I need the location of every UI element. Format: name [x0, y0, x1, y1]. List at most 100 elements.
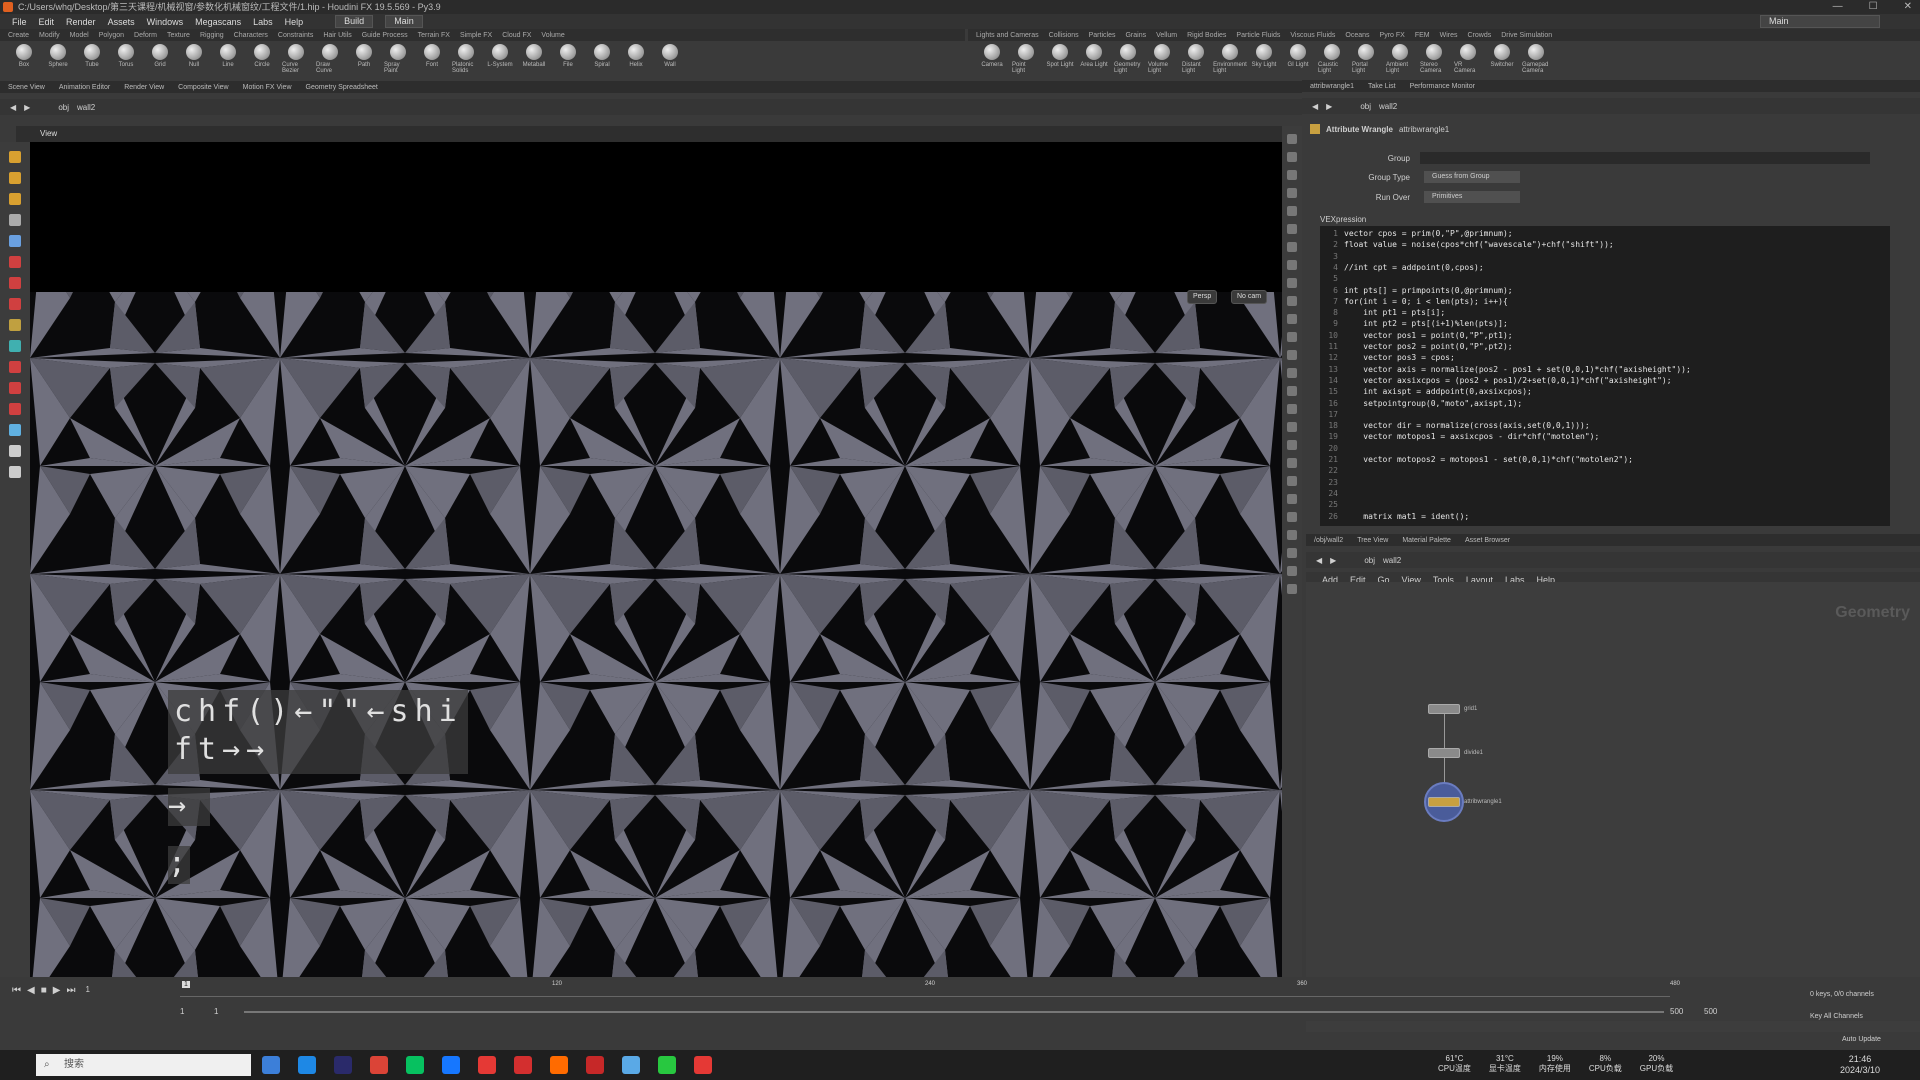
display-option-icon[interactable]	[1287, 188, 1297, 198]
shelf-tab[interactable]: Crowds	[1468, 32, 1492, 39]
shelf-tab[interactable]: Grains	[1125, 32, 1146, 39]
group-type-select[interactable]: Guess from Group	[1424, 171, 1520, 183]
node-divide1[interactable]	[1428, 748, 1460, 758]
shelf-tool-path[interactable]: Path	[350, 44, 378, 68]
shelf-tool-sphere[interactable]: Sphere	[44, 44, 72, 68]
menu-windows[interactable]: Windows	[147, 17, 184, 27]
shelf-tool-spray-paint[interactable]: Spray Paint	[384, 44, 412, 74]
timeline-bar[interactable]: 1 120 240 360 480	[180, 981, 1680, 997]
scene-viewport[interactable]: Persp No cam	[30, 142, 1282, 977]
shelf-tool-portal-light[interactable]: Portal Light	[1352, 44, 1380, 74]
display-option-icon[interactable]	[1287, 350, 1297, 360]
shelf-tab[interactable]: Cloud FX	[502, 32, 531, 39]
menu-labs[interactable]: Labs	[253, 17, 273, 27]
display-option-icon[interactable]	[1287, 206, 1297, 216]
shelf-tab[interactable]: Constraints	[278, 32, 313, 39]
display-option-icon[interactable]	[1287, 260, 1297, 270]
shelf-tool-metaball[interactable]: Metaball	[520, 44, 548, 68]
back-arrow-icon[interactable]: ◀	[1312, 102, 1318, 111]
taskbar-app-icon[interactable]	[442, 1056, 460, 1074]
shelf-tab[interactable]: Create	[8, 32, 29, 39]
shelf-tool-torus[interactable]: Torus	[112, 44, 140, 68]
shelf-tool-ambient-light[interactable]: Ambient Light	[1386, 44, 1414, 74]
display-option-icon[interactable]	[1287, 386, 1297, 396]
shelf-tab[interactable]: Rigging	[200, 32, 224, 39]
shelf-tab[interactable]: Oceans	[1345, 32, 1369, 39]
shelf-tool-spot-light[interactable]: Spot Light	[1046, 44, 1074, 68]
shelf-tool-font[interactable]: Font	[418, 44, 446, 68]
network-view[interactable]: Geometry grid1 divide1 attribwrangle1	[1306, 582, 1920, 1032]
shelf-tool-grid[interactable]: Grid	[146, 44, 174, 68]
menu-megascans[interactable]: Megascans	[195, 17, 241, 27]
menu-help[interactable]: Help	[285, 17, 304, 27]
maximize-icon[interactable]: ☐	[1869, 0, 1878, 14]
shelf-tool-tube[interactable]: Tube	[78, 44, 106, 68]
shelf-tab[interactable]: Guide Process	[362, 32, 408, 39]
tool-icon[interactable]	[9, 235, 21, 247]
taskbar-app-icon[interactable]	[514, 1056, 532, 1074]
tool-icon[interactable]	[9, 466, 21, 478]
shelf-tool-draw-curve[interactable]: Draw Curve	[316, 44, 344, 74]
taskbar-app-icon[interactable]	[586, 1056, 604, 1074]
display-option-icon[interactable]	[1287, 152, 1297, 162]
shelf-tool-area-light[interactable]: Area Light	[1080, 44, 1108, 68]
taskbar-app-icon[interactable]	[406, 1056, 424, 1074]
display-option-icon[interactable]	[1287, 422, 1297, 432]
auto-update[interactable]: Auto Update	[1842, 1036, 1881, 1043]
tool-icon[interactable]	[9, 319, 21, 331]
taskbar-app-icon[interactable]	[298, 1056, 316, 1074]
clock[interactable]: 21:46 2024/3/10	[1840, 1054, 1880, 1076]
pane-tab[interactable]: Motion FX View	[243, 84, 292, 91]
display-option-icon[interactable]	[1287, 566, 1297, 576]
tool-icon[interactable]	[9, 214, 21, 226]
back-arrow-icon[interactable]: ◀	[1316, 556, 1322, 565]
jump-start-icon[interactable]: ⏮	[12, 985, 21, 996]
tool-icon[interactable]	[9, 277, 21, 289]
display-option-icon[interactable]	[1287, 476, 1297, 486]
shelf-tool-environment-light[interactable]: Environment Light	[1213, 44, 1247, 74]
taskbar-search[interactable]: ⌕ 搜索	[36, 1054, 251, 1076]
display-option-icon[interactable]	[1287, 278, 1297, 288]
shelf-tab[interactable]: Viscous Fluids	[1290, 32, 1335, 39]
shelf-tool-distant-light[interactable]: Distant Light	[1182, 44, 1210, 74]
tool-icon[interactable]	[9, 382, 21, 394]
display-option-icon[interactable]	[1287, 170, 1297, 180]
group-field[interactable]	[1420, 152, 1870, 164]
shelf-tool-switcher[interactable]: Switcher	[1488, 44, 1516, 68]
shelf-tab[interactable]: Particles	[1089, 32, 1116, 39]
pane-tab[interactable]: Performance Monitor	[1410, 83, 1475, 90]
shelf-tab[interactable]: Drive Simulation	[1501, 32, 1552, 39]
shelf-tool-spiral[interactable]: Spiral	[588, 44, 616, 68]
shelf-tool-sky-light[interactable]: Sky Light	[1250, 44, 1278, 68]
node-attribwrangle1[interactable]	[1428, 797, 1460, 807]
taskbar-app-icon[interactable]	[658, 1056, 676, 1074]
shelf-tab[interactable]: Polygon	[99, 32, 124, 39]
pane-tab[interactable]: Scene View	[8, 84, 45, 91]
node-grid1[interactable]	[1428, 704, 1460, 714]
tool-icon[interactable]	[9, 193, 21, 205]
shelf-tool-platonic-solids[interactable]: Platonic Solids	[452, 44, 480, 74]
playhead[interactable]: 1	[182, 981, 190, 988]
taskbar-app-icon[interactable]	[334, 1056, 352, 1074]
shelf-tool-line[interactable]: Line	[214, 44, 242, 68]
step-back-icon[interactable]: ◀	[27, 985, 35, 996]
jump-end-icon[interactable]: ⏭	[66, 985, 75, 996]
main-select[interactable]: Main	[385, 15, 423, 28]
display-option-icon[interactable]	[1287, 404, 1297, 414]
forward-arrow-icon[interactable]: ▶	[1326, 102, 1332, 111]
menu-file[interactable]: File	[12, 17, 27, 27]
tool-icon[interactable]	[9, 151, 21, 163]
shelf-tool-null[interactable]: Null	[180, 44, 208, 68]
persp-button[interactable]: Persp	[1187, 290, 1218, 304]
shelf-tool-wall[interactable]: Wall	[656, 44, 684, 68]
shelf-tool-camera[interactable]: Camera	[978, 44, 1006, 68]
shelf-tab[interactable]: Terrain FX	[418, 32, 450, 39]
key-all-channels[interactable]: Key All Channels	[1810, 1013, 1863, 1020]
forward-arrow-icon[interactable]: ▶	[24, 103, 30, 112]
current-frame[interactable]: 1	[85, 985, 89, 996]
tool-icon[interactable]	[9, 298, 21, 310]
end-frame-2[interactable]: 500	[1704, 1007, 1717, 1016]
forward-arrow-icon[interactable]: ▶	[1330, 556, 1336, 565]
display-option-icon[interactable]	[1287, 548, 1297, 558]
shelf-tab[interactable]: FEM	[1415, 32, 1430, 39]
